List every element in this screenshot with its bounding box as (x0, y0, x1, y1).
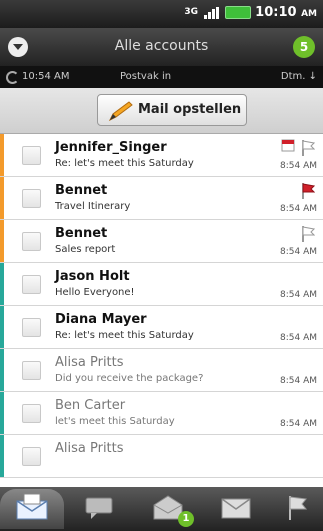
message-row[interactable]: Bennet Travel Itinerary 8:54 AM (0, 177, 323, 220)
message-checkbox[interactable] (22, 189, 41, 208)
message-time: 8:54 AM (280, 376, 317, 386)
refresh-icon[interactable] (6, 71, 19, 84)
battery-icon (225, 6, 251, 19)
message-subject: Hello Everyone! (55, 287, 135, 298)
message-row[interactable]: Jennifer_Singer Re: let's meet this Satur… (0, 134, 323, 177)
message-time: 8:54 AM (280, 333, 317, 343)
message-checkbox[interactable] (22, 232, 41, 251)
message-time: 8:54 AM (280, 204, 317, 214)
sort-control[interactable]: Dtm. ↓ (281, 71, 317, 82)
message-subject: Sales report (55, 244, 116, 255)
unread-tab[interactable]: 1 (136, 489, 200, 529)
invites-tab[interactable] (204, 489, 268, 529)
flagged-tab-icon (286, 493, 310, 525)
account-color-strip (0, 263, 4, 305)
message-subject: Did you receive the package? (55, 373, 204, 384)
status-bar: 3G 10:10 AM (0, 0, 323, 28)
account-color-strip (0, 177, 4, 219)
message-sender: Jennifer_Singer (55, 140, 167, 155)
message-checkbox[interactable] (22, 146, 41, 165)
last-sync-time: 10:54 AM (22, 71, 70, 82)
account-color-strip (0, 220, 4, 262)
invites-tab-icon (219, 493, 253, 525)
compose-button[interactable]: Mail opstellen (97, 94, 247, 126)
message-subject: Re: let's meet this Saturday (55, 158, 194, 169)
conversations-tab[interactable] (68, 489, 132, 529)
calendar-icon (281, 139, 295, 152)
pencil-icon (108, 101, 133, 122)
message-subject: Re: let's meet this Saturday (55, 330, 194, 341)
message-row[interactable]: Alisa Pritts (0, 435, 323, 478)
message-sender: Ben Carter (55, 398, 126, 413)
message-time: 8:54 AM (280, 247, 317, 257)
folder-bar: 10:54 AM Postvak in Dtm. ↓ (0, 66, 323, 88)
message-subject: let's meet this Saturday (55, 416, 175, 427)
message-sender: Bennet (55, 226, 108, 241)
message-row[interactable]: Bennet Sales report 8:54 AM (0, 220, 323, 263)
message-checkbox[interactable] (22, 447, 41, 466)
flagged-tab[interactable] (272, 489, 323, 529)
message-list[interactable]: Jennifer_Singer Re: let's meet this Satur… (0, 134, 323, 487)
message-sender: Jason Holt (55, 269, 130, 284)
message-row[interactable]: Alisa Pritts Did you receive the package?… (0, 349, 323, 392)
message-time: 8:54 AM (280, 161, 317, 171)
inbox-tab[interactable] (0, 489, 64, 529)
flag-red-icon[interactable] (301, 182, 315, 200)
flag-outline-icon[interactable] (301, 139, 315, 157)
signal-strength-icon (204, 6, 219, 19)
account-header: Alle accounts 5 (0, 28, 323, 66)
message-sender: Diana Mayer (55, 312, 147, 327)
account-color-strip (0, 306, 4, 348)
network-3g-icon: 3G (184, 7, 198, 17)
message-checkbox[interactable] (22, 404, 41, 423)
conversations-tab-icon (83, 493, 117, 525)
account-color-strip (0, 435, 4, 477)
message-sender: Bennet (55, 183, 108, 198)
message-sender: Alisa Pritts (55, 441, 124, 456)
message-row[interactable]: Jason Holt Hello Everyone! 8:54 AM (0, 263, 323, 306)
message-row[interactable]: Diana Mayer Re: let's meet this Saturday 8… (0, 306, 323, 349)
sort-arrow-icon: ↓ (308, 71, 317, 82)
account-title[interactable]: Alle accounts (0, 38, 323, 54)
compose-button-label: Mail opstellen (138, 102, 242, 117)
message-checkbox[interactable] (22, 361, 41, 380)
bottom-tab-bar: 1 (0, 487, 323, 531)
unread-count-badge: 5 (293, 36, 315, 58)
message-time: 8:54 AM (280, 290, 317, 300)
compose-bar: Mail opstellen (0, 88, 323, 134)
message-row[interactable]: Ben Carter let's meet this Saturday 8:54 A… (0, 392, 323, 435)
status-clock: 10:10 AM (255, 5, 317, 20)
sort-label: Dtm. (280, 71, 306, 82)
message-time: 8:54 AM (280, 419, 317, 429)
message-sender: Alisa Pritts (55, 355, 124, 370)
message-checkbox[interactable] (22, 275, 41, 294)
inbox-tab-icon (15, 493, 49, 525)
message-subject: Travel Itinerary (55, 201, 131, 212)
message-checkbox[interactable] (22, 318, 41, 337)
folder-name[interactable]: Postvak in (120, 71, 171, 82)
account-color-strip (0, 392, 4, 434)
account-color-strip (0, 349, 4, 391)
account-color-strip (0, 134, 4, 176)
unread-tab-badge: 1 (178, 511, 194, 527)
flag-outline-icon[interactable] (301, 225, 315, 243)
